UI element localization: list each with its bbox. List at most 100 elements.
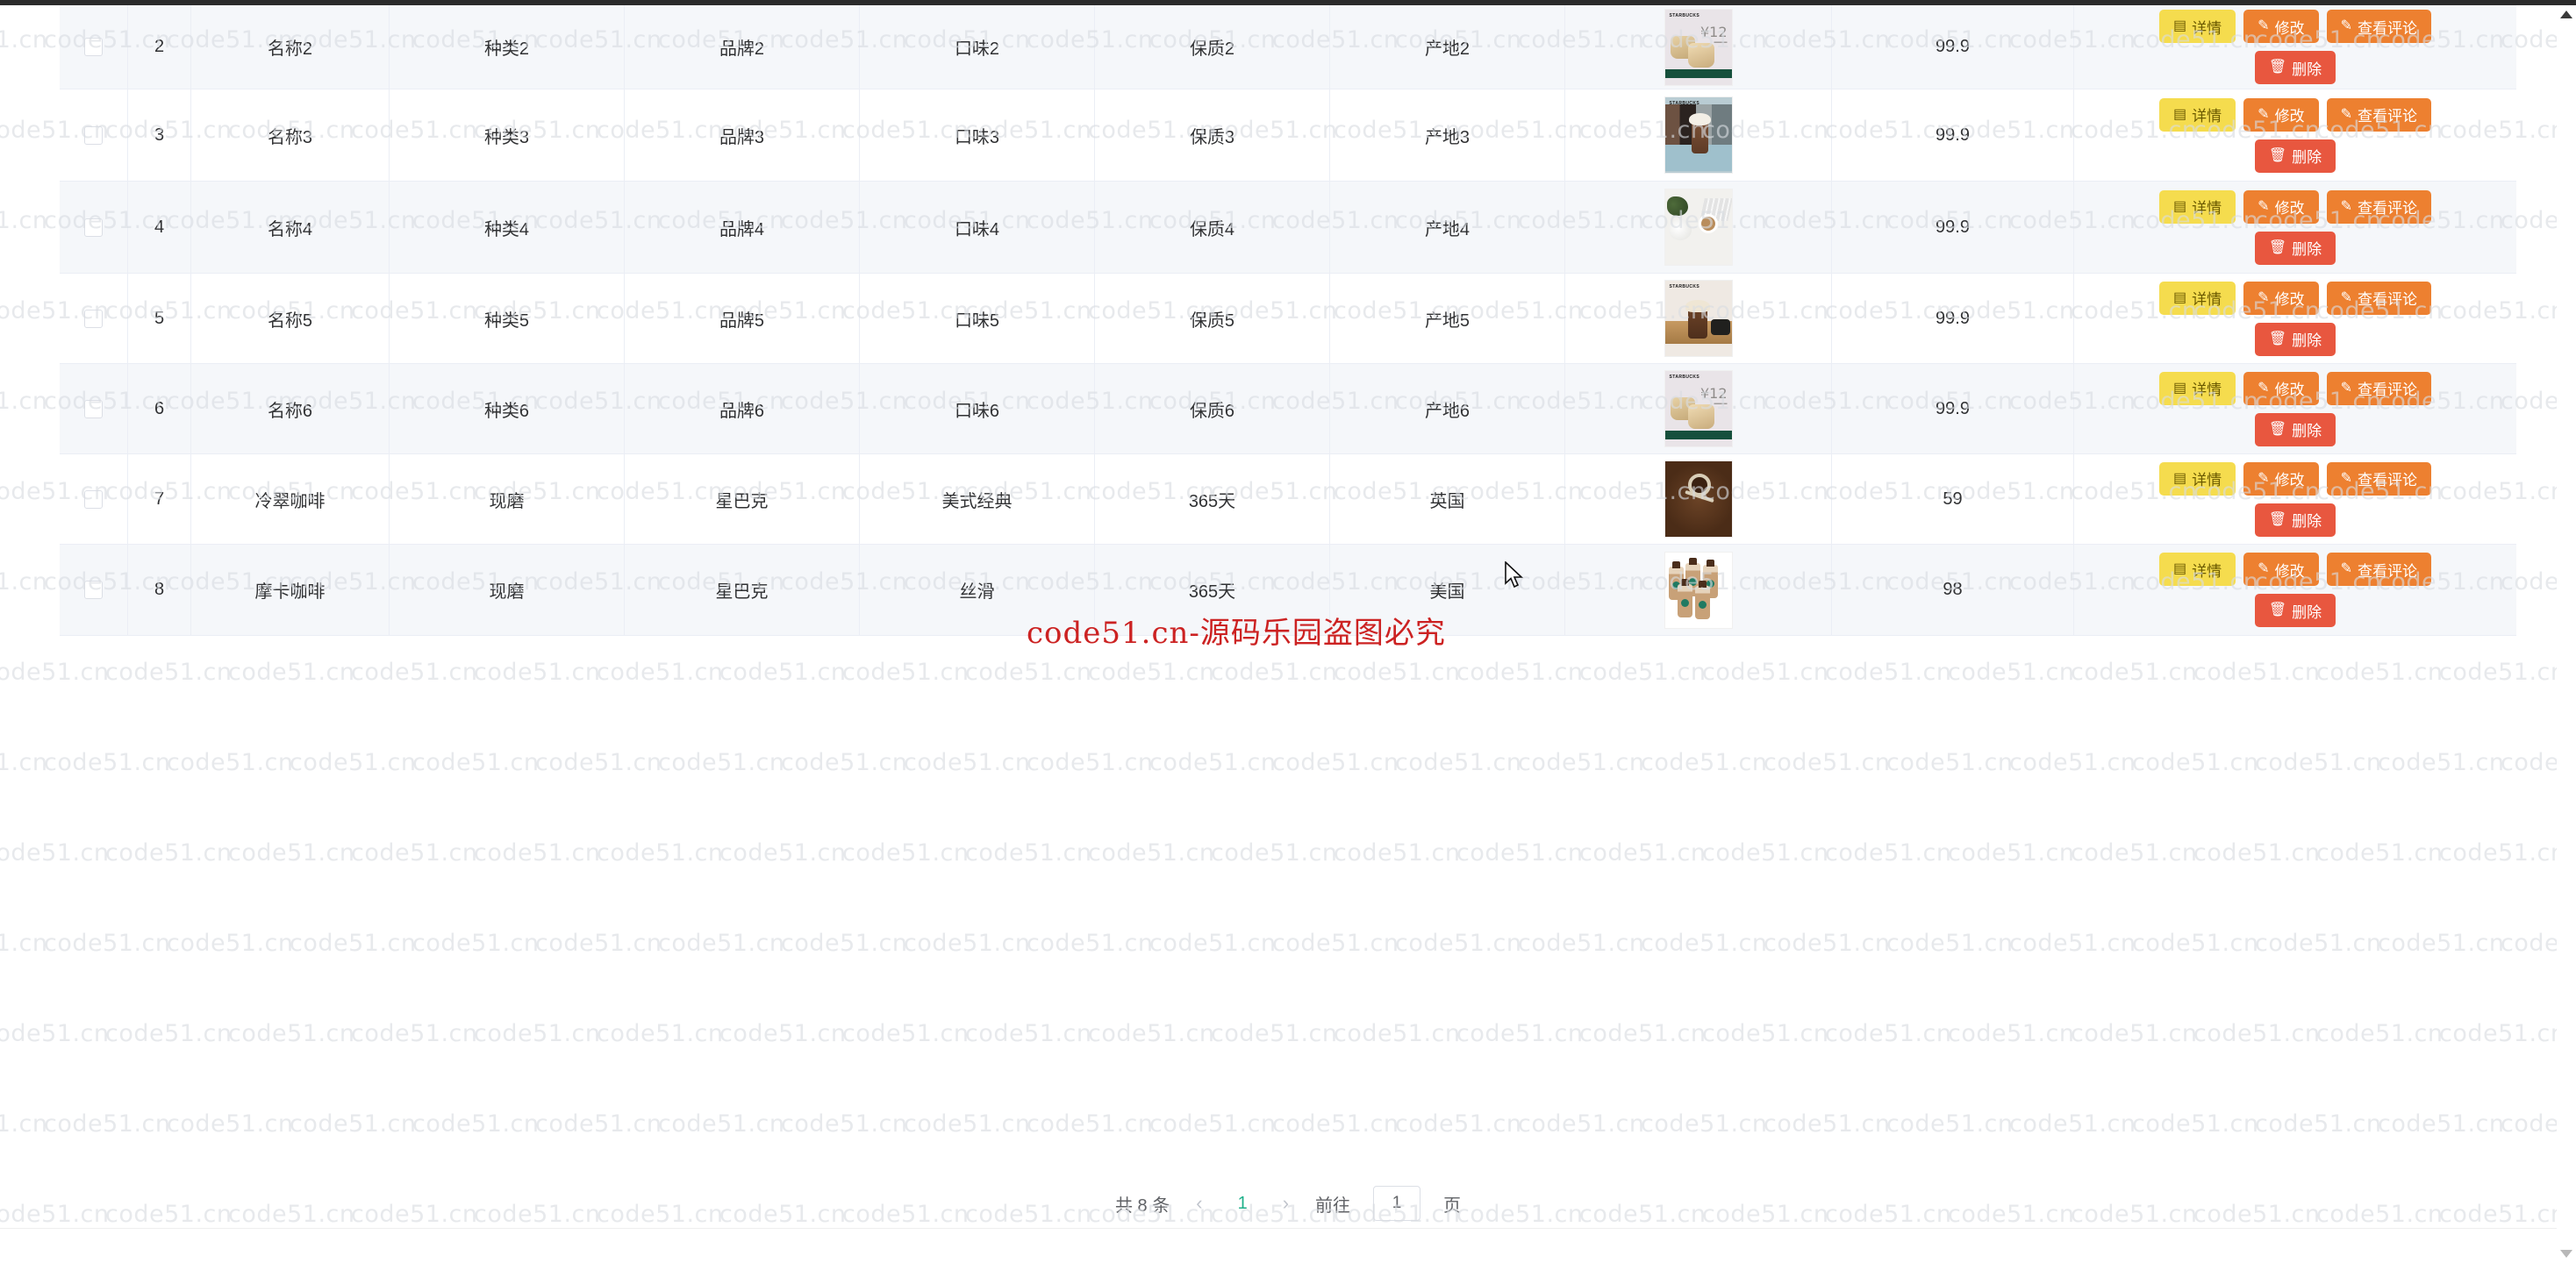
edit-button[interactable]: ✎ 修改 [2243, 97, 2319, 132]
edit-button[interactable]: ✎ 修改 [2243, 10, 2319, 43]
vertical-scrollbar[interactable] [2557, 5, 2576, 1263]
row-origin: 产地5 [1330, 274, 1565, 363]
row-image-cell [1565, 545, 1832, 635]
trash-icon: 🗑 [2268, 511, 2287, 527]
detail-button[interactable]: ▤ 详情 [2159, 461, 2236, 496]
scroll-up-arrow-icon[interactable] [2560, 11, 2572, 18]
row-select-cell [60, 5, 128, 89]
delete-button[interactable]: 🗑 删除 [2254, 594, 2336, 627]
watermark-tile: code51.cn [412, 749, 540, 776]
row-checkbox[interactable] [84, 489, 103, 509]
pencil-icon: ✎ [2258, 380, 2270, 396]
row-action-buttons-secondary: 🗑 删除 [2081, 322, 2509, 356]
row-name: 名称3 [191, 89, 390, 181]
row-checkbox[interactable] [84, 125, 103, 145]
watermark-tile: code51.cn [1641, 930, 1768, 957]
watermark-tile: code51.cn [1764, 749, 1891, 776]
edit-button[interactable]: ✎ 修改 [2243, 371, 2319, 405]
row-kind: 种类5 [390, 274, 625, 363]
watermark-tile: code51.cn [2071, 659, 2198, 686]
row-action-buttons: ▤ 详情 ✎ 修改 ✎ 查看评论 🗑 删除 [2074, 553, 2516, 627]
pagination-jump-label: 前往 [1315, 1195, 1351, 1216]
watermark-tile: code51.cn [1211, 1020, 1338, 1047]
row-id: 8 [128, 545, 191, 635]
row-kind: 种类6 [390, 364, 625, 453]
row-checkbox[interactable] [84, 399, 103, 418]
view-comments-button-label: 查看评论 [2357, 472, 2417, 489]
watermark-tile: code51.cn [1825, 839, 1952, 867]
detail-icon: ▤ [2173, 289, 2187, 305]
view-comments-button[interactable]: ✎ 查看评论 [2326, 553, 2431, 586]
detail-button-label: 详情 [2192, 382, 2222, 398]
row-shelf: 保质5 [1095, 274, 1330, 363]
watermark-tile: code51.cn [781, 749, 908, 776]
detail-button[interactable]: ▤ 详情 [2159, 553, 2236, 586]
promo-green-bar [1664, 431, 1732, 439]
edit-button[interactable]: ✎ 修改 [2243, 553, 2319, 586]
edit-button[interactable]: ✎ 修改 [2243, 461, 2319, 496]
view-comments-button[interactable]: ✎ 查看评论 [2326, 371, 2431, 405]
edit-button[interactable]: ✎ 修改 [2243, 281, 2319, 315]
watermark-tile: code51.cn [1579, 659, 1707, 686]
watermark-tile: code51.cn [1334, 659, 1461, 686]
product-image: STARBUCKS [1664, 280, 1733, 357]
watermark-tile: code51.cn [474, 1020, 601, 1047]
sunglasses-shape [1710, 319, 1730, 335]
view-comments-button-label: 查看评论 [2357, 291, 2417, 308]
row-shelf: 保质2 [1095, 5, 1330, 89]
view-comments-button[interactable]: ✎ 查看评论 [2326, 461, 2431, 496]
delete-button-label: 删除 [2292, 149, 2322, 166]
watermark-tile: code51.cn [1272, 930, 1399, 957]
pagination-jump-input[interactable] [1373, 1186, 1421, 1221]
row-checkbox[interactable] [84, 309, 103, 328]
pagination-next-icon[interactable]: › [1279, 1192, 1292, 1215]
pagination-prev-icon[interactable]: ‹ [1192, 1192, 1206, 1215]
view-comments-button[interactable]: ✎ 查看评论 [2326, 189, 2431, 224]
detail-icon: ▤ [2173, 561, 2187, 576]
view-comments-button[interactable]: ✎ 查看评论 [2326, 281, 2431, 315]
edit-button-label: 修改 [2274, 562, 2305, 580]
scroll-down-arrow-icon[interactable] [2560, 1250, 2572, 1258]
row-image-cell: STARBUCKS [1565, 89, 1832, 181]
row-kind: 种类2 [390, 5, 625, 89]
delete-button[interactable]: 🗑 删除 [2254, 412, 2336, 446]
detail-button[interactable]: ▤ 详情 [2159, 371, 2236, 405]
watermark-tile: code51.cn [2132, 749, 2259, 776]
delete-button[interactable]: 🗑 删除 [2254, 322, 2336, 356]
product-image: STARBUCKS ¥12 ▬▬▬ [1664, 370, 1733, 447]
watermark-tile: code51.cn [2378, 749, 2505, 776]
trash-icon: 🗑 [2268, 603, 2287, 617]
delete-button[interactable]: 🗑 删除 [2254, 503, 2336, 537]
pencil-icon: ✎ [2340, 561, 2352, 576]
delete-button[interactable]: 🗑 删除 [2254, 231, 2336, 265]
row-action-buttons-secondary: 🗑 删除 [2081, 51, 2509, 84]
watermark-tile: code51.cn [1027, 1110, 1154, 1138]
delete-button-label: 删除 [2292, 513, 2322, 530]
watermark-tile: code51.cn [1702, 839, 1829, 867]
cream-topping-shape [1685, 300, 1710, 312]
edit-button[interactable]: ✎ 修改 [2243, 189, 2319, 224]
pagination-page-1[interactable]: 1 [1229, 1194, 1256, 1214]
delete-button[interactable]: 🗑 删除 [2254, 51, 2336, 84]
row-checkbox[interactable] [84, 581, 103, 599]
row-action-buttons: ▤ 详情 ✎ 修改 ✎ 查看评论 🗑 删除 [2074, 10, 2516, 84]
product-image [1664, 460, 1733, 538]
detail-button[interactable]: ▤ 详情 [2159, 97, 2236, 132]
starbucks-logo-text: STARBUCKS [1669, 375, 1700, 380]
row-checkbox[interactable] [84, 218, 103, 237]
watermark-tile: code51.cn [167, 749, 294, 776]
row-name: 冷翠咖啡 [191, 454, 390, 544]
detail-button[interactable]: ▤ 详情 [2159, 281, 2236, 315]
row-origin: 产地4 [1330, 182, 1565, 273]
row-checkbox[interactable] [84, 38, 103, 56]
detail-button[interactable]: ▤ 详情 [2159, 189, 2236, 224]
watermark-tile: code51.cn [44, 930, 171, 957]
watermark-tile: code51.cn [2071, 1020, 2198, 1047]
promo-price: ¥12 [1699, 23, 1728, 40]
view-comments-button[interactable]: ✎ 查看评论 [2326, 97, 2431, 132]
detail-button[interactable]: ▤ 详情 [2159, 10, 2236, 43]
view-comments-button[interactable]: ✎ 查看评论 [2326, 10, 2431, 43]
promo-subtext: ▬▬▬ [1714, 401, 1728, 406]
delete-button[interactable]: 🗑 删除 [2254, 139, 2336, 173]
table-row: 6 名称6 种类6 品牌6 口味6 保质6 产地6 STARBUCKS ¥12 ▬▬▬ 99.9 ▤ 详… [60, 364, 2516, 454]
